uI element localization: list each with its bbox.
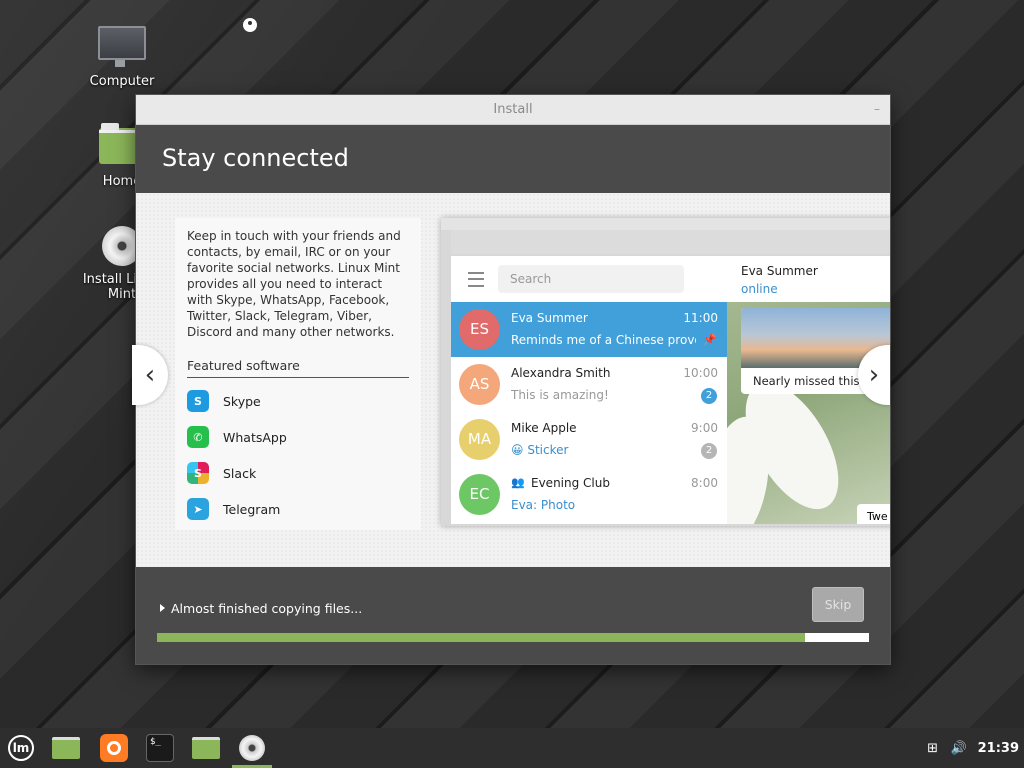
chat-preview: Reminds me of a Chinese prover... <box>511 333 696 347</box>
whatsapp-icon: ✆ <box>187 426 209 448</box>
pin-icon: 📌 <box>703 333 717 346</box>
screenshot-titlebar <box>451 230 890 254</box>
chat-preview: Eva: Photo <box>511 498 576 512</box>
featured-software-title: Featured software <box>187 358 409 378</box>
avatar: MA <box>459 419 500 460</box>
chat-preview: 😀 Sticker <box>511 443 569 457</box>
taskbar: lm $_ ⊞ 🔊 21:39 <box>0 728 1024 768</box>
taskbar-home-folder[interactable] <box>191 733 221 763</box>
folder-icon <box>52 737 80 759</box>
avatar: EC <box>459 474 500 515</box>
featured-app-label: Slack <box>223 465 257 481</box>
skype-icon: S <box>187 390 209 412</box>
chat-list: Search ES Eva Summer 11:00 Reminds me of… <box>451 256 727 524</box>
telegram-icon: ➤ <box>187 498 209 520</box>
progress-bar <box>157 633 869 642</box>
chat-item: ES Eva Summer 11:00 Reminds me of a Chin… <box>451 302 727 357</box>
search-input: Search <box>498 265 684 293</box>
desktop-icon-label: Computer <box>89 74 155 89</box>
busy-cursor-icon <box>243 18 257 32</box>
window-title: Install <box>493 102 533 117</box>
group-icon: 👥 <box>511 476 525 489</box>
chat-name: Evening Club <box>531 476 610 490</box>
volume-icon[interactable]: 🔊 <box>950 740 968 756</box>
installer-window: Install – Stay connected Keep in touch w… <box>136 95 890 664</box>
system-tray: ⊞ 🔊 21:39 <box>916 728 1024 768</box>
featured-app-skype: S Skype <box>187 388 409 414</box>
contact-name: Eva Summer <box>741 264 818 278</box>
linux-mint-logo-icon: lm <box>8 735 34 761</box>
featured-app-label: WhatsApp <box>223 429 287 445</box>
chat-time: 8:00 <box>691 476 718 490</box>
chat-time: 9:00 <box>691 421 718 435</box>
slide-description: Keep in touch with your friends and cont… <box>187 229 401 339</box>
chat-name: Alexandra Smith <box>511 366 611 380</box>
expander-arrow-icon <box>160 604 165 612</box>
firefox-icon <box>100 734 128 762</box>
slide-text-card: Keep in touch with your friends and cont… <box>175 218 421 530</box>
unread-badge: 2 <box>701 443 717 459</box>
skip-button[interactable]: Skip <box>812 587 864 622</box>
menu-button[interactable]: lm <box>6 733 36 763</box>
folder-icon <box>192 737 220 759</box>
taskbar-firefox[interactable] <box>99 733 129 763</box>
chat-preview: This is amazing! <box>511 388 609 402</box>
slide-title: Stay connected <box>136 125 890 193</box>
avatar: AS <box>459 364 500 405</box>
chat-item: EC Evening Club 👥 8:00 Eva: Photo <box>451 467 727 522</box>
menu-icon <box>468 271 484 287</box>
chat-name: Mike Apple <box>511 421 577 435</box>
featured-app-label: Skype <box>223 393 261 409</box>
featured-app-whatsapp: ✆ WhatsApp <box>187 424 409 450</box>
taskbar-files[interactable] <box>51 733 81 763</box>
clock[interactable]: 21:39 <box>978 741 1019 756</box>
install-footer: Almost finished copying files... Skip <box>136 567 890 664</box>
chat-item: MA Mike Apple 9:00 😀 Sticker 2 <box>451 412 727 467</box>
desktop-icon-computer[interactable]: Computer <box>67 26 177 89</box>
status-text: Almost finished copying files... <box>171 601 363 616</box>
chat-item: AS Alexandra Smith 10:00 This is amazing… <box>451 357 727 412</box>
computer-icon <box>98 26 146 67</box>
unread-badge: 2 <box>701 388 717 404</box>
contact-status: online <box>741 282 778 296</box>
featured-app-label: Telegram <box>223 501 281 517</box>
avatar: ES <box>459 309 500 350</box>
chat-time: 10:00 <box>683 366 718 380</box>
progress-fill <box>157 633 805 642</box>
window-titlebar[interactable]: Install – <box>136 95 890 125</box>
taskbar-installer[interactable] <box>237 733 267 763</box>
terminal-icon: $_ <box>146 734 174 762</box>
chat-name: Eva Summer <box>511 311 588 325</box>
taskbar-terminal[interactable]: $_ <box>145 733 175 763</box>
featured-app-slack: S Slack <box>187 460 409 486</box>
slack-icon: S <box>187 462 209 484</box>
chat-time: 11:00 <box>683 311 718 325</box>
network-icon[interactable]: ⊞ <box>924 740 942 756</box>
slideshow-area: Keep in touch with your friends and cont… <box>136 193 890 567</box>
install-disc-icon <box>239 735 265 761</box>
minimize-button[interactable]: – <box>874 95 880 124</box>
message-bubble: Twe <box>857 504 890 524</box>
telegram-screenshot: Search ES Eva Summer 11:00 Reminds me of… <box>441 218 890 526</box>
status-expander[interactable]: Almost finished copying files... <box>160 601 362 616</box>
featured-app-telegram: ➤ Telegram <box>187 496 409 522</box>
